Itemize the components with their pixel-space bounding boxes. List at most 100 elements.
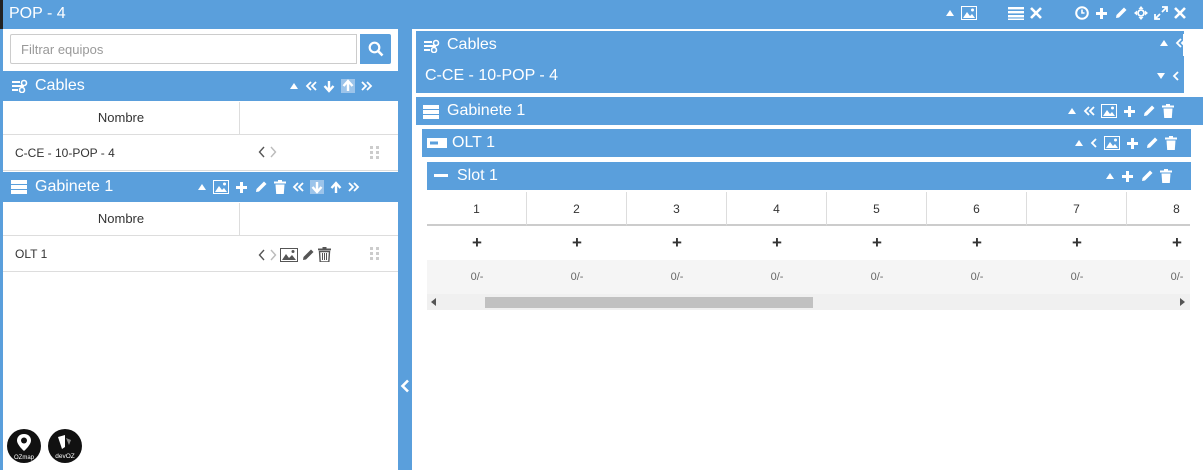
table-row[interactable]: C-CE - 10-POP - 4 — [3, 136, 398, 171]
column-header-nombre[interactable]: Nombre — [3, 203, 240, 235]
port-status: 0/- — [727, 260, 827, 294]
equipment-name: OLT 1 — [15, 247, 48, 261]
cables-panel-title: Cables — [447, 36, 497, 53]
add-port-button[interactable]: + — [827, 226, 927, 260]
caret-up-icon[interactable] — [945, 9, 955, 17]
chevron-right-icon[interactable] — [269, 249, 277, 261]
clock-icon[interactable] — [1075, 6, 1089, 20]
plus-icon[interactable] — [1121, 170, 1134, 183]
collapse-panel-icon[interactable] — [400, 379, 410, 393]
chevron-left-icon[interactable] — [258, 249, 266, 261]
add-port-button[interactable]: + — [527, 226, 627, 260]
double-chevron-right-icon[interactable] — [348, 182, 360, 192]
equipment-panel: Cables Nombre C-CE - 10-POP - 4 Gabinete… — [3, 29, 398, 470]
port-status-row: 0/- 0/- 0/- 0/- 0/- 0/- 0/- 0/- — [427, 260, 1190, 294]
table-row[interactable]: OLT 1 — [3, 237, 398, 272]
pencil-icon[interactable] — [1114, 6, 1128, 20]
port-number: 4 — [727, 192, 827, 226]
image-icon[interactable] — [1101, 104, 1117, 118]
horizontal-scrollbar[interactable] — [427, 294, 1190, 310]
search-icon — [368, 41, 384, 57]
drag-handle-icon[interactable] — [370, 247, 380, 261]
arrow-up-icon[interactable] — [341, 79, 355, 93]
arrow-down-icon[interactable] — [310, 180, 324, 194]
ozmap-logo[interactable]: OZmap — [7, 429, 41, 463]
plus-icon[interactable] — [235, 181, 248, 194]
port-number: 5 — [827, 192, 927, 226]
devoz-logo-text: devOZ — [55, 453, 75, 460]
image-icon[interactable] — [961, 6, 977, 20]
trash-icon[interactable] — [274, 180, 286, 194]
image-icon[interactable] — [1104, 136, 1120, 150]
add-port-button[interactable]: + — [1127, 226, 1190, 260]
double-chevron-left-icon[interactable] — [305, 81, 317, 91]
cabinet-table-header: Nombre — [3, 203, 398, 236]
port-status: 0/- — [627, 260, 727, 294]
add-port-button[interactable]: + — [1027, 226, 1127, 260]
panel-divider — [398, 29, 412, 470]
caret-down-icon[interactable] — [1156, 72, 1166, 80]
pencil-icon[interactable] — [1140, 169, 1154, 183]
close-icon[interactable] — [1030, 7, 1042, 19]
search-input[interactable] — [10, 34, 357, 64]
pencil-icon[interactable] — [301, 248, 315, 262]
scroll-right-icon[interactable] — [1180, 298, 1185, 306]
double-chevron-left-icon[interactable] — [292, 182, 304, 192]
chevron-left-icon[interactable] — [258, 146, 266, 158]
olt-panel-header: OLT 1 — [422, 129, 1191, 157]
move-icon[interactable] — [1134, 6, 1148, 20]
drag-handle-icon[interactable] — [370, 146, 380, 160]
plus-icon[interactable] — [1123, 105, 1136, 118]
caret-up-icon[interactable] — [1105, 172, 1115, 180]
minus-icon[interactable] — [434, 174, 448, 178]
add-port-button[interactable]: + — [427, 226, 527, 260]
caret-up-icon[interactable] — [1067, 107, 1077, 115]
port-number: 1 — [427, 192, 527, 226]
plus-icon[interactable] — [1126, 137, 1139, 150]
add-port-button[interactable]: + — [627, 226, 727, 260]
vertical-scrollbar[interactable] — [1183, 34, 1187, 56]
column-header-nombre[interactable]: Nombre — [3, 102, 240, 134]
devoz-logo[interactable]: devOZ — [48, 429, 82, 463]
image-icon[interactable] — [213, 180, 229, 194]
plus-icon[interactable] — [1095, 7, 1108, 20]
port-status: 0/- — [827, 260, 927, 294]
chevron-left-icon[interactable] — [1090, 138, 1098, 148]
window-title: POP - 4 — [9, 5, 66, 22]
trash-icon[interactable] — [318, 247, 331, 262]
cabinet-section-header: Gabinete 1 — [3, 172, 398, 202]
list-icon[interactable] — [1008, 6, 1024, 20]
pencil-icon[interactable] — [254, 180, 268, 194]
double-chevron-right-icon[interactable] — [361, 81, 373, 91]
scrollbar-thumb[interactable] — [485, 297, 813, 308]
cabinet-section-title: Gabinete 1 — [35, 178, 114, 195]
add-port-button[interactable]: + — [927, 226, 1027, 260]
caret-up-icon[interactable] — [197, 183, 207, 191]
server-icon — [423, 105, 439, 119]
caret-up-icon[interactable] — [1159, 39, 1169, 47]
trash-icon[interactable] — [1162, 104, 1174, 118]
double-chevron-left-icon[interactable] — [1083, 106, 1095, 116]
image-icon[interactable] — [280, 247, 298, 262]
trash-icon[interactable] — [1160, 169, 1172, 183]
close-icon[interactable] — [1174, 7, 1186, 19]
caret-up-icon[interactable] — [289, 82, 299, 90]
trash-icon[interactable] — [1165, 136, 1177, 150]
add-port-button[interactable]: + — [727, 226, 827, 260]
caret-up-icon[interactable] — [1074, 139, 1084, 147]
chevron-left-icon[interactable] — [1172, 71, 1180, 81]
slot-panel-header: Slot 1 — [427, 162, 1191, 190]
search-button[interactable] — [360, 34, 391, 64]
pencil-icon[interactable] — [1142, 104, 1156, 118]
cabinet-panel-title: Gabinete 1 — [447, 102, 526, 119]
port-number: 8 — [1127, 192, 1190, 226]
arrow-down-icon[interactable] — [323, 80, 335, 93]
cable-icon — [423, 39, 441, 53]
arrow-up-icon[interactable] — [330, 180, 342, 194]
cable-item-header[interactable]: C-CE - 10-POP - 4 — [418, 61, 1182, 91]
scroll-left-icon[interactable] — [431, 298, 436, 306]
expand-icon[interactable] — [1154, 6, 1168, 20]
pencil-icon[interactable] — [1145, 136, 1159, 150]
chevron-right-icon[interactable] — [269, 146, 277, 158]
port-number: 7 — [1027, 192, 1127, 226]
